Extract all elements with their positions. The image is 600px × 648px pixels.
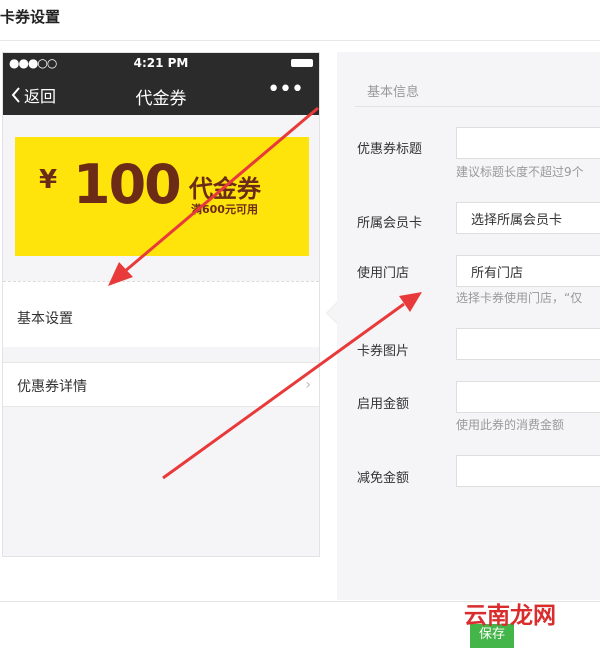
annotation-arrow-1 (123, 106, 319, 274)
annotation-arrowhead-2 (399, 292, 422, 312)
watermark: 云南龙网 (464, 603, 556, 629)
annotation-arrow-2 (162, 302, 405, 480)
annotation-arrows (108, 106, 422, 480)
